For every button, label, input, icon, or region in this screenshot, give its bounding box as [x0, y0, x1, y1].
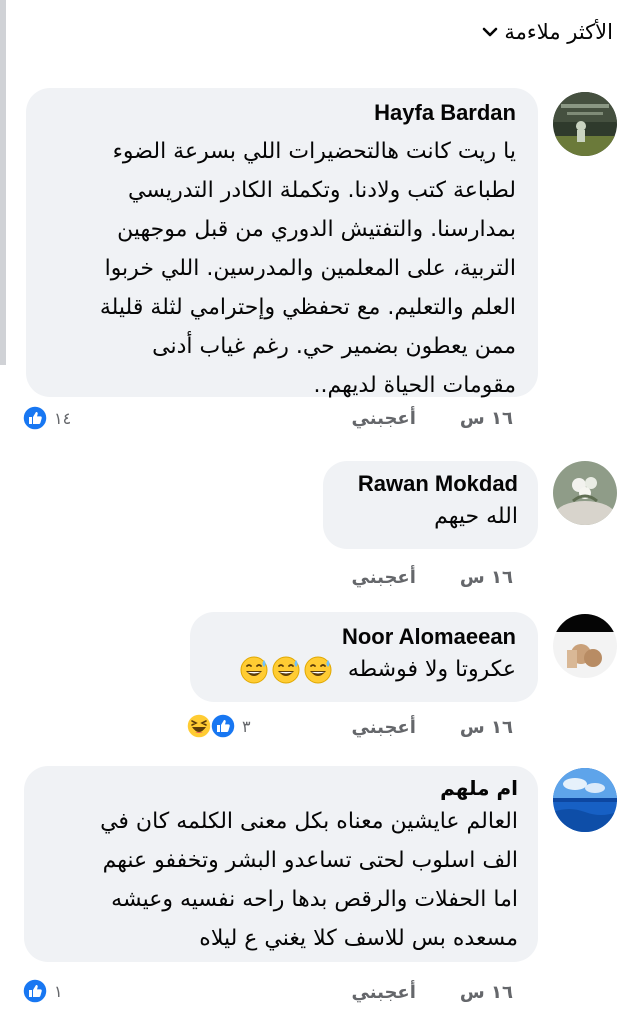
comment-bubble: Noor Alomaeean عكروتا ولا فوشطه: [190, 612, 538, 702]
page-scroll-rule: [0, 0, 6, 365]
sort-dropdown[interactable]: الأكثر ملاءمة: [482, 20, 613, 44]
reaction-summary[interactable]: ١: [22, 978, 63, 1004]
like-button[interactable]: أعجبني: [352, 408, 416, 429]
like-icon: [210, 713, 236, 739]
chevron-down-icon: [483, 27, 498, 37]
sweat-smile-emoji-icon: [304, 656, 332, 684]
like-button[interactable]: أعجبني: [352, 717, 416, 738]
haha-icon: [186, 713, 212, 739]
comment-author[interactable]: Hayfa Bardan: [44, 100, 516, 126]
avatar[interactable]: [553, 614, 617, 678]
comment-author[interactable]: Rawan Mokdad: [341, 471, 518, 497]
comment-timestamp[interactable]: ١٦ س: [460, 982, 513, 1003]
reaction-count: ٣: [242, 716, 251, 736]
comment-text: العالم عايشين معناه بكل معنى الكلمه كان …: [100, 809, 518, 951]
comment-actions: ١٦ س أعجبني: [352, 408, 513, 429]
like-button[interactable]: أعجبني: [352, 567, 416, 588]
comment-timestamp[interactable]: ١٦ س: [460, 567, 513, 588]
reaction-summary[interactable]: ١٤: [22, 405, 71, 431]
avatar[interactable]: [553, 92, 617, 156]
sweat-smile-emoji-icon: [272, 656, 300, 684]
comment-timestamp[interactable]: ١٦ س: [460, 717, 513, 738]
emoji-group: [239, 655, 333, 685]
comment-text: الله حيهم: [434, 504, 518, 529]
avatar[interactable]: [553, 461, 617, 525]
comment-author[interactable]: ام ملهم: [42, 776, 518, 800]
reaction-count: ١٤: [54, 408, 72, 428]
reaction-count: ١: [54, 981, 63, 1001]
avatar[interactable]: [553, 768, 617, 832]
sweat-smile-emoji-icon: [240, 656, 268, 684]
sort-label: الأكثر ملاءمة: [504, 20, 613, 44]
comment-bubble: ام ملهم العالم عايشين معناه بكل معنى الك…: [24, 766, 538, 962]
comment-bubble: Hayfa Bardan يا ريت كانت هالتحضيرات اللي…: [26, 88, 538, 398]
comment-text: يا ريت كانت هالتحضيرات اللي بسرعة الضوء …: [99, 139, 516, 398]
comment-bubble: Rawan Mokdad الله حيهم: [323, 461, 538, 549]
comment-actions: ١٦ س أعجبني: [352, 717, 513, 738]
like-button[interactable]: أعجبني: [352, 982, 416, 1003]
like-icon: [22, 405, 48, 431]
comment-actions: ١٦ س أعجبني: [352, 982, 513, 1003]
comment-text: عكروتا ولا فوشطه: [208, 650, 516, 689]
comment-actions: ١٦ س أعجبني: [352, 567, 513, 588]
comment-author[interactable]: Noor Alomaeean: [208, 624, 516, 650]
comment-timestamp[interactable]: ١٦ س: [460, 408, 513, 429]
like-icon: [22, 978, 48, 1004]
reaction-summary[interactable]: ٣: [186, 713, 251, 739]
